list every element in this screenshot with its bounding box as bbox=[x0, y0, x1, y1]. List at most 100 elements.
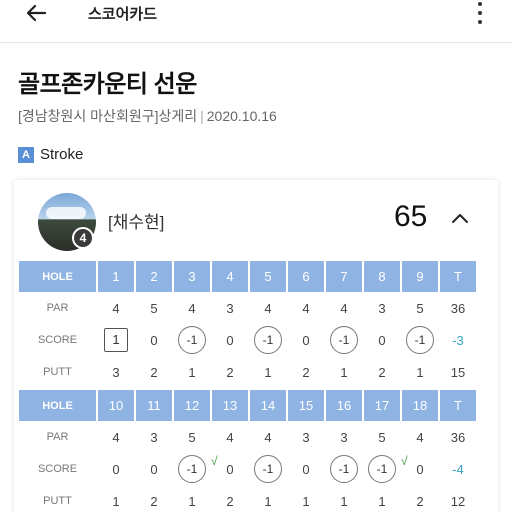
app-bar: 스코어카드 bbox=[0, 0, 512, 36]
hole-number: 5 bbox=[250, 261, 286, 292]
putt-cell: 2 bbox=[378, 364, 386, 380]
score-value: -3 bbox=[452, 332, 464, 348]
putt-cell: 2 bbox=[150, 493, 158, 509]
row-label: HOLE bbox=[19, 390, 96, 421]
score-value: -1 bbox=[368, 455, 396, 483]
hole-number: T bbox=[440, 261, 476, 292]
putt-cell: 1 bbox=[264, 493, 272, 509]
row-label: PAR bbox=[46, 431, 69, 443]
score-value: 0 bbox=[150, 332, 158, 348]
putt-cell: 1 bbox=[340, 364, 348, 380]
par-cell: 4 bbox=[340, 300, 348, 316]
back-button[interactable] bbox=[22, 0, 50, 26]
more-dot-icon bbox=[478, 20, 482, 24]
score-value: -1 bbox=[254, 326, 282, 354]
par-cell: 4 bbox=[112, 300, 120, 316]
course-title: 골프존카운티 선운 bbox=[18, 71, 197, 98]
hole-number: 15 bbox=[288, 390, 324, 421]
back-par-row: PAR 4 3 5 4 4 3 3 5 4 36 bbox=[19, 421, 476, 453]
row-label: PAR bbox=[46, 302, 69, 314]
hole-number: 14 bbox=[250, 390, 286, 421]
par-cell: 3 bbox=[378, 300, 386, 316]
score-cell: 0 bbox=[212, 324, 248, 356]
app-title: 스코어카드 bbox=[88, 6, 158, 23]
score-cell: 0 bbox=[136, 324, 172, 356]
par-cell: 5 bbox=[150, 300, 158, 316]
score-value: 0 bbox=[226, 332, 234, 348]
handicap-badge: 4 bbox=[72, 227, 94, 249]
hole-number: 17 bbox=[364, 390, 400, 421]
front-par-row: PAR 4 5 4 3 4 4 4 3 5 36 bbox=[19, 292, 476, 324]
putt-cell: 1 bbox=[264, 364, 272, 380]
meta-separator: | bbox=[200, 108, 204, 124]
par-cell: 5 bbox=[378, 429, 386, 445]
par-cell: 5 bbox=[416, 300, 424, 316]
score-cell: -1 bbox=[250, 324, 286, 356]
game-mode: A Stroke bbox=[18, 146, 83, 163]
putt-cell: 2 bbox=[150, 364, 158, 380]
hole-number: 12 bbox=[174, 390, 210, 421]
score-cell: -4 bbox=[440, 453, 476, 485]
front-hole-row: HOLE 1 2 3 4 5 6 7 8 9 T bbox=[19, 261, 476, 292]
score-value: -1 bbox=[254, 455, 282, 483]
front-score-row: SCORE 1 0 -1 0 -1 0 -1 0 -1 -3 bbox=[19, 324, 476, 356]
hole-number: 3 bbox=[174, 261, 210, 292]
score-value: 0 bbox=[150, 461, 158, 477]
score-cell: -3 bbox=[440, 324, 476, 356]
back-hole-row: HOLE 10 11 12 13 14 15 16 17 18 T bbox=[19, 390, 476, 421]
check-icon: √ bbox=[211, 453, 218, 468]
player-name: [채수현] bbox=[108, 213, 165, 232]
par-cell: 4 bbox=[302, 300, 310, 316]
mode-badge: A bbox=[18, 146, 34, 163]
hole-number: 11 bbox=[136, 390, 172, 421]
score-value: 0 bbox=[416, 461, 424, 477]
row-label: PUTT bbox=[43, 366, 72, 378]
round-meta: [경남창원시 마산회원구]상게리 | 2020.10.16 bbox=[18, 106, 277, 126]
hole-number: 16 bbox=[326, 390, 362, 421]
par-cell: 4 bbox=[112, 429, 120, 445]
more-menu-button[interactable] bbox=[470, 0, 490, 30]
hole-number: T bbox=[440, 390, 476, 421]
score-value: 0 bbox=[302, 332, 310, 348]
par-cell: 4 bbox=[264, 429, 272, 445]
row-label: PUTT bbox=[43, 495, 72, 507]
score-cell: -1 bbox=[364, 453, 400, 485]
score-value: -4 bbox=[452, 461, 464, 477]
course-location: [경남창원시 마산회원구]상게리 bbox=[18, 108, 198, 124]
putt-cell: 1 bbox=[302, 493, 310, 509]
back-putt-row: PUTT 1 2 1 2 1 1 1 1 2 12 bbox=[19, 485, 476, 512]
putt-cell: 2 bbox=[302, 364, 310, 380]
putt-cell: 2 bbox=[226, 364, 234, 380]
score-value: 1 bbox=[104, 328, 128, 352]
score-cell: √ 0 bbox=[401, 453, 438, 485]
putt-cell: 2 bbox=[416, 493, 424, 509]
score-value: -1 bbox=[406, 326, 434, 354]
hole-number: 13 bbox=[212, 390, 248, 421]
score-value: 0 bbox=[226, 461, 234, 477]
scorecard-panel: 4 [채수현] 65 HOLE 1 2 3 4 5 6 7 8 9 T PAR 4 5 4 3 4 4 4 3 5 36 S… bbox=[14, 180, 498, 512]
hole-number: 2 bbox=[136, 261, 172, 292]
putt-cell: 2 bbox=[226, 493, 234, 509]
check-icon: √ bbox=[401, 453, 408, 468]
par-cell: 36 bbox=[450, 429, 466, 445]
mode-label: Stroke bbox=[40, 146, 84, 163]
putt-cell: 15 bbox=[450, 364, 466, 380]
putt-cell: 1 bbox=[188, 493, 196, 509]
par-cell: 3 bbox=[340, 429, 348, 445]
score-cell: 0 bbox=[364, 324, 400, 356]
score-value: 0 bbox=[378, 332, 386, 348]
putt-cell: 1 bbox=[340, 493, 348, 509]
score-value: -1 bbox=[330, 326, 358, 354]
more-dot-icon bbox=[478, 2, 482, 6]
hole-number: 7 bbox=[326, 261, 362, 292]
score-cell: -1 bbox=[326, 324, 362, 356]
more-dot-icon bbox=[478, 11, 482, 15]
collapse-button[interactable] bbox=[448, 206, 472, 230]
par-cell: 36 bbox=[450, 300, 466, 316]
par-cell: 4 bbox=[264, 300, 272, 316]
score-cell: 0 bbox=[136, 453, 172, 485]
hole-number: 6 bbox=[288, 261, 324, 292]
hole-number: 1 bbox=[98, 261, 134, 292]
score-cell: -1 bbox=[326, 453, 362, 485]
putt-cell: 1 bbox=[112, 493, 120, 509]
